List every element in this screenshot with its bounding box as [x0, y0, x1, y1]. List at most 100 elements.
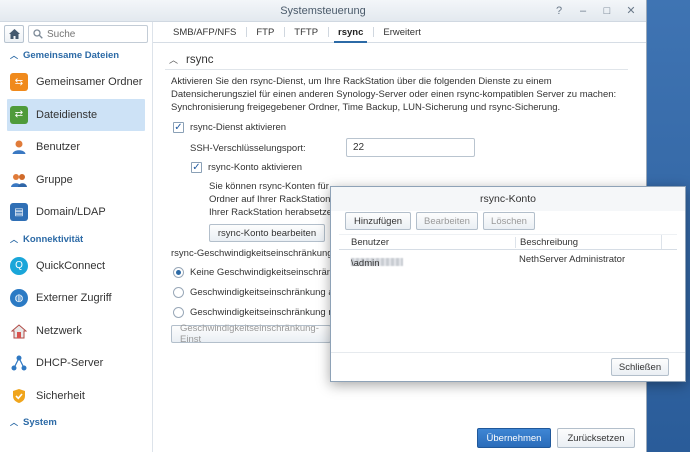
sidebar-item-quickconnect[interactable]: Q QuickConnect	[0, 250, 152, 283]
radio-button[interactable]	[173, 307, 184, 318]
minimize-icon[interactable]: –	[576, 4, 590, 18]
dialog-title[interactable]: rsync-Konto	[331, 187, 685, 211]
divider	[331, 352, 685, 353]
speed-limit-settings-button[interactable]: Geschwindigkeitseinschränkung-Einst	[171, 323, 331, 345]
column-header-user[interactable]: Benutzer	[351, 237, 389, 248]
sidebar-item-label: Gemeinsamer Ordner	[36, 76, 143, 89]
home-button[interactable]	[4, 25, 24, 43]
globe-icon: ◍	[10, 289, 28, 308]
rsync-description: Aktivieren Sie den rsync-Dienst, um Ihre…	[171, 76, 617, 113]
rsync-account-dialog: rsync-Konto Hinzufügen Bearbeiten Lösche…	[330, 186, 686, 382]
edit-rsync-account-button[interactable]: rsync-Konto bearbeiten	[209, 224, 325, 242]
sidebar-item-user[interactable]: Benutzer	[0, 131, 152, 164]
enable-rsync-label: rsync-Dienst aktivieren	[190, 122, 287, 133]
rsync-section-header[interactable]: ︿ rsync	[169, 53, 214, 66]
tab-smb-afp-nfs[interactable]: SMB/AFP/NFS	[163, 22, 246, 42]
description-cell: NethServer Administrator	[519, 254, 626, 265]
chevron-up-icon: ︿	[10, 234, 18, 244]
window-titlebar[interactable]: Systemsteuerung ? – □ ✕	[0, 0, 646, 22]
sidebar-item-external-access[interactable]: ◍ Externer Zugriff	[0, 282, 152, 315]
section-header-shared-files[interactable]: ︿ Gemeinsame Dateien	[0, 45, 152, 66]
search-icon	[33, 29, 43, 39]
radio-label: Keine Geschwindigkeitseinschränku	[190, 267, 343, 278]
tab-ftp[interactable]: FTP	[246, 22, 284, 42]
quickconnect-icon: Q	[10, 256, 28, 275]
account-text-line-2: Ordner auf Ihrer RackStation (	[209, 194, 337, 205]
sidebar-item-security[interactable]: Sicherheit	[0, 380, 152, 413]
enable-rsync-row[interactable]: ✓ rsync-Dienst aktivieren	[173, 122, 286, 133]
search-input[interactable]	[47, 28, 147, 40]
sidebar-item-label: Benutzer	[36, 141, 81, 154]
section-label: Gemeinsame Dateien	[23, 50, 120, 61]
reset-button[interactable]: Zurücksetzen	[557, 428, 635, 448]
footer-bar: Übernehmen Zurücksetzen	[153, 424, 646, 452]
chevron-up-icon: ︿	[10, 418, 18, 427]
account-text-line-1: Sie können rsync-Konten für	[209, 181, 329, 192]
sidebar-item-label: DHCP-Server	[36, 357, 104, 370]
domain-icon: ▤	[10, 203, 28, 222]
sidebar-item-label: Netzwerk	[36, 324, 82, 337]
enable-rsync-checkbox[interactable]: ✓	[173, 122, 184, 133]
sidebar-item-group[interactable]: Gruppe	[0, 164, 152, 197]
sidebar-item-label: Externer Zugriff	[36, 292, 112, 305]
section-header-system[interactable]: ︿ System	[0, 412, 152, 433]
section-title: rsync	[186, 53, 214, 66]
delete-button[interactable]: Löschen	[483, 212, 535, 230]
radio-button[interactable]	[173, 267, 184, 278]
sidebar-item-network[interactable]: Netzwerk	[0, 315, 152, 348]
shield-icon	[10, 387, 28, 405]
chevron-up-icon: ︿	[169, 55, 179, 65]
search-box[interactable]	[28, 25, 148, 43]
divider	[165, 69, 628, 70]
account-text-line-3: Ihrer RackStation herabsetzen	[209, 207, 338, 218]
dhcp-icon	[10, 354, 28, 372]
sidebar-item-label: QuickConnect	[36, 259, 106, 272]
file-services-icon: ⇄	[10, 105, 28, 124]
close-button[interactable]: Schließen	[611, 358, 669, 376]
sidebar-item-dhcp-server[interactable]: DHCP-Server	[0, 347, 152, 380]
maximize-icon[interactable]: □	[600, 4, 614, 18]
radio-option-no-limit[interactable]: Keine Geschwindigkeitseinschränku	[173, 267, 342, 278]
ssh-port-field[interactable]	[346, 138, 475, 157]
radio-button[interactable]	[173, 287, 184, 298]
edit-button[interactable]: Bearbeiten	[416, 212, 478, 230]
close-icon[interactable]: ✕	[624, 4, 638, 18]
sidebar: ︿ Gemeinsame Dateien ⇆ Gemeinsamer Ordne…	[0, 22, 153, 452]
help-icon[interactable]: ?	[552, 4, 566, 18]
apply-button[interactable]: Übernehmen	[477, 428, 551, 448]
tab-bar: SMB/AFP/NFS FTP TFTP rsync Erweitert	[153, 22, 646, 43]
section-header-connectivity[interactable]: ︿ Konnektivität	[0, 229, 152, 250]
chevron-up-icon: ︿	[10, 51, 18, 60]
tab-rsync[interactable]: rsync	[328, 22, 373, 43]
sidebar-item-file-services[interactable]: ⇄ Dateidienste	[7, 98, 145, 131]
home-icon	[8, 29, 20, 39]
sidebar-item-shared-folder[interactable]: ⇆ Gemeinsamer Ordner	[0, 66, 152, 99]
account-table: Benutzer Beschreibung \admin NethServer …	[339, 234, 677, 352]
column-divider	[661, 235, 662, 249]
column-header-description[interactable]: Beschreibung	[515, 237, 578, 248]
group-icon	[10, 171, 28, 189]
radio-option-limit-enabled[interactable]: Geschwindigkeitseinschränkung ak	[173, 287, 338, 298]
user-name: \admin	[351, 258, 380, 269]
section-label: Konnektivität	[23, 233, 84, 245]
tab-tftp[interactable]: TFTP	[284, 22, 328, 42]
add-button[interactable]: Hinzufügen	[345, 212, 411, 230]
section-label: System	[23, 417, 57, 428]
table-row[interactable]: \admin NethServer Administrator	[339, 250, 677, 270]
user-icon	[10, 138, 28, 156]
radio-label: Geschwindigkeitseinschränkung ak	[190, 287, 339, 298]
window-title: Systemsteuerung	[280, 5, 366, 17]
table-header: Benutzer Beschreibung	[339, 234, 677, 250]
radio-label: Geschwindigkeitseinschränkung na	[190, 307, 339, 318]
shared-folder-icon: ⇆	[10, 73, 28, 92]
network-icon	[10, 322, 28, 340]
enable-account-checkbox[interactable]: ✓	[191, 162, 202, 173]
sidebar-item-domain-ldap[interactable]: ▤ Domain/LDAP	[0, 196, 152, 229]
tab-advanced[interactable]: Erweitert	[373, 22, 430, 42]
sidebar-item-label: Domain/LDAP	[36, 206, 106, 219]
radio-option-limit-schedule[interactable]: Geschwindigkeitseinschränkung na	[173, 307, 339, 318]
sidebar-item-label: Sicherheit	[36, 389, 85, 402]
dialog-toolbar: Hinzufügen Bearbeiten Löschen	[331, 211, 685, 234]
enable-account-row[interactable]: ✓ rsync-Konto aktivieren	[191, 162, 302, 173]
enable-account-label: rsync-Konto aktivieren	[208, 162, 302, 173]
